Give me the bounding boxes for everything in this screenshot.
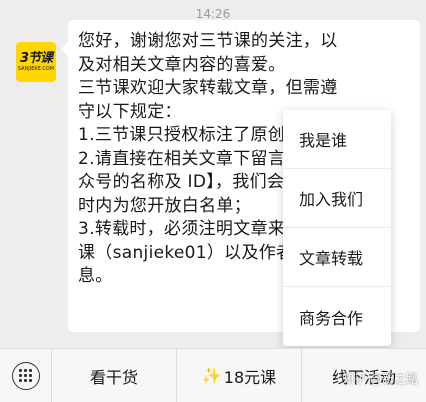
- submenu-item-join[interactable]: 加入我们: [283, 169, 391, 228]
- message-timestamp: 14:26: [195, 7, 231, 21]
- message-line: 您好，谢谢您对三节课的关注，以: [78, 31, 338, 51]
- keyboard-toggle-button[interactable]: [0, 349, 52, 402]
- watermark: 知乎 @新之路: [342, 372, 418, 386]
- submenu-item-about[interactable]: 我是谁: [283, 110, 391, 169]
- submenu-item-business[interactable]: 商务合作: [283, 287, 391, 346]
- message-line: 三节课欢迎大家转载文章，但需遵: [78, 78, 338, 98]
- account-avatar[interactable]: 3节课 SANJIEKE.COM: [16, 42, 56, 82]
- menu-item-label: 看干货: [89, 367, 138, 387]
- submenu-item-reprint[interactable]: 文章转载: [283, 228, 391, 287]
- keyboard-icon: [11, 361, 40, 390]
- menu-item-label: 18元课: [223, 367, 277, 387]
- message-line: 及对相关文章内容的喜爱。: [78, 54, 286, 75]
- submenu-popup: 我是谁 加入我们 文章转载 商务合作: [283, 110, 391, 346]
- menu-item-course[interactable]: ✨ 18元课: [177, 349, 302, 402]
- menu-item-articles[interactable]: 看干货: [52, 349, 177, 402]
- avatar-logo-text: 3节课: [19, 51, 53, 66]
- avatar-logo-subtext: SANJIEKE.COM: [17, 66, 55, 72]
- sparkle-icon: ✨: [201, 366, 222, 385]
